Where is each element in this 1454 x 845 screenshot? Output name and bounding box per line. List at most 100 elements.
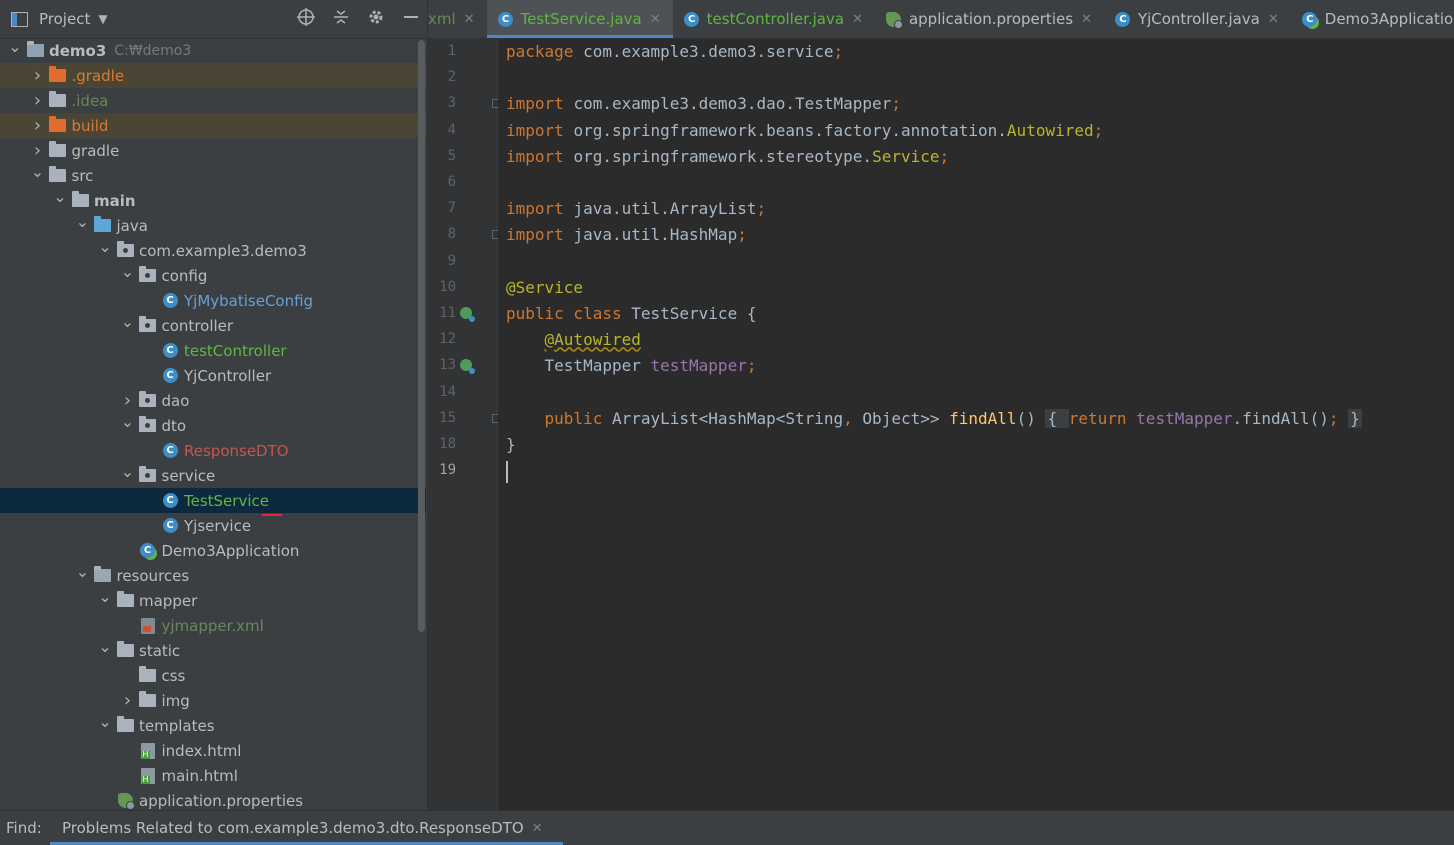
chevron-down-icon[interactable]: ⌄ [8, 38, 22, 55]
code-line: @Service [506, 275, 583, 301]
tree-item[interactable]: ⌄ resources [0, 563, 426, 588]
chevron-right-icon[interactable]: › [31, 116, 45, 134]
line-number: 11 [428, 301, 497, 327]
chevron-right-icon[interactable]: › [121, 691, 135, 709]
tree-item[interactable]: yjmapper.xml [0, 613, 426, 638]
class-icon: C [161, 343, 179, 359]
tree-item[interactable]: › img [0, 688, 426, 713]
chevron-down-icon[interactable]: ⌄ [98, 588, 112, 605]
code-line: package com.example3.demo3.service; [506, 39, 843, 65]
tree-item[interactable]: › .gradle [0, 63, 426, 88]
close-icon[interactable]: ✕ [1081, 12, 1092, 27]
tree-item[interactable]: ⌄ mapper [0, 588, 426, 613]
tree-item[interactable]: ⌄ com.example3.demo3 [0, 238, 426, 263]
tree-item[interactable]: ⌄ src [0, 163, 426, 188]
code-token: ; [833, 42, 844, 61]
xml-file-icon [139, 617, 157, 634]
editor-tab[interactable]: CDemo3Application.java✕ [1291, 0, 1454, 38]
folder-icon-blue [94, 216, 112, 234]
line-number-text: 18 [439, 436, 456, 452]
class-icon: C [161, 518, 179, 534]
chevron-right-icon[interactable]: › [121, 391, 135, 409]
tree-item[interactable]: C Yjservice [0, 513, 426, 538]
editor-tab[interactable]: C YjController.java ✕ [1104, 0, 1291, 38]
tree-item[interactable]: C YjController [0, 363, 426, 388]
close-icon[interactable]: ✕ [1268, 12, 1279, 27]
tree-item-label: yjmapper.xml [161, 616, 264, 635]
code-token: ; [1328, 408, 1349, 428]
tree-item[interactable]: css [0, 663, 426, 688]
chevron-right-icon[interactable]: › [31, 66, 45, 84]
code-token: com.example3.demo3.service [583, 42, 834, 61]
tree-item[interactable]: ⌄ config [0, 263, 426, 288]
close-icon[interactable]: ✕ [464, 12, 475, 27]
chevron-right-icon[interactable]: › [31, 141, 45, 159]
find-results-tab[interactable]: Problems Related to com.example3.demo3.d… [50, 811, 563, 845]
code-token: Autowired [1006, 120, 1094, 140]
tree-item-label: templates [139, 716, 215, 735]
tree-item[interactable]: › gradle [0, 138, 426, 163]
chevron-down-icon[interactable]: ▼ [98, 12, 107, 26]
tree-item[interactable]: › .idea [0, 88, 426, 113]
code-token: Object>> [862, 408, 950, 428]
code-token: ; [737, 225, 747, 245]
editor-tab[interactable]: C TestService.java ✕ [486, 0, 673, 38]
line-number: 15 [428, 406, 500, 432]
chevron-down-icon[interactable]: ⌄ [76, 213, 90, 230]
tree-item[interactable]: ⌄ static [0, 638, 426, 663]
code-editor[interactable]: package com.example3.demo3.service; impor… [498, 39, 1454, 810]
class-icon: C [161, 368, 179, 384]
chevron-down-icon[interactable]: ⌄ [121, 313, 135, 330]
close-icon[interactable]: ✕ [852, 12, 863, 27]
tree-item[interactable]: C TestService [0, 488, 426, 513]
tree-item[interactable]: CtestController [0, 338, 426, 363]
tree-item[interactable]: index.html [0, 738, 426, 763]
tree-item[interactable]: ⌄ main [0, 188, 426, 213]
tree-item[interactable]: application.properties [0, 788, 426, 810]
tree-item[interactable]: C YjMybatiseConfig [0, 288, 426, 313]
code-token: org.springframework.beans.factory.annota… [573, 120, 1007, 140]
tree-item[interactable]: › dao [0, 388, 426, 413]
chevron-down-icon[interactable]: ⌄ [98, 713, 112, 730]
tree-item[interactable]: C ResponseDTO [0, 438, 426, 463]
chevron-down-icon[interactable]: ⌄ [121, 413, 135, 430]
folder-icon [139, 691, 157, 709]
chevron-down-icon[interactable]: ⌄ [98, 238, 112, 255]
tree-item[interactable]: ⌄ demo3 C:₩demo3 [0, 38, 426, 63]
tree-item[interactable]: ⌄ java [0, 213, 426, 238]
crosshair-icon[interactable] [297, 8, 315, 30]
close-icon[interactable]: ✕ [532, 821, 543, 836]
collapse-icon[interactable] [333, 9, 349, 29]
tree-item[interactable]: main.html [0, 763, 426, 788]
tree-item[interactable]: ⌄ service [0, 463, 426, 488]
editor-gutter: 1 2 3 4 5 6 7 8 9 10 11 12 13 14 15 18 19 [428, 39, 500, 810]
minimize-icon[interactable] [403, 9, 419, 29]
tree-item[interactable]: C Demo3Application [0, 538, 426, 563]
editor-tabs: xml ✕ C TestService.java ✕ CtestController.ja… [428, 0, 1454, 39]
code-token: { [1045, 408, 1069, 428]
chevron-right-icon[interactable]: › [31, 91, 45, 109]
chevron-down-icon[interactable]: ⌄ [121, 463, 135, 480]
tree-item-label: controller [161, 316, 234, 335]
chevron-down-icon[interactable]: ⌄ [31, 163, 45, 180]
chevron-down-icon[interactable]: ⌄ [76, 563, 90, 580]
spring-bean-icon[interactable] [460, 307, 475, 322]
tree-item[interactable]: ⌄ templates [0, 713, 426, 738]
chevron-down-icon[interactable]: ⌄ [53, 188, 67, 205]
close-icon[interactable]: ✕ [650, 12, 661, 27]
project-panel-title[interactable]: Project [39, 10, 90, 28]
tree-item[interactable]: › build [0, 113, 426, 138]
tree-item[interactable]: ⌄ dto [0, 413, 426, 438]
editor-tab[interactable]: CtestController.java ✕ [673, 0, 875, 38]
tree-scrollbar[interactable] [418, 40, 425, 632]
chevron-down-icon[interactable]: ⌄ [98, 638, 112, 655]
chevron-down-icon[interactable]: ⌄ [121, 263, 135, 280]
gear-icon[interactable] [367, 8, 385, 30]
editor-tab[interactable]: xml ✕ [428, 0, 487, 38]
line-number-text: 9 [447, 252, 456, 269]
editor-tab[interactable]: application.properties ✕ [875, 0, 1104, 38]
line-number-text: 5 [447, 147, 456, 164]
tree-item[interactable]: ⌄ controller [0, 313, 426, 338]
spring-bean-icon[interactable] [460, 359, 475, 375]
